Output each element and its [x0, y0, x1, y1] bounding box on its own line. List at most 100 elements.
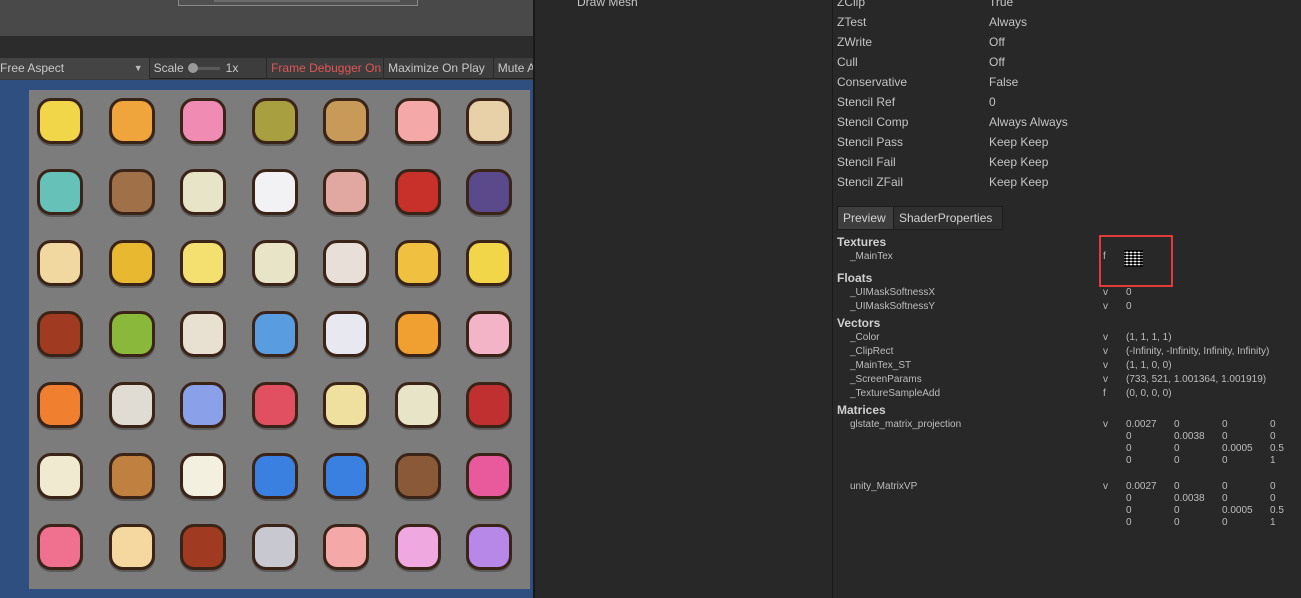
- strawberry-box-icon[interactable]: [102, 91, 162, 151]
- item-shape: [466, 169, 512, 215]
- red-ribbon-icon[interactable]: [459, 375, 519, 435]
- property-type: v: [1103, 287, 1108, 298]
- grey-sheep-icon[interactable]: [102, 375, 162, 435]
- soup-bowl-icon[interactable]: [245, 91, 305, 151]
- state-row: ZClip True: [837, 0, 1013, 15]
- matrix-cell: 0.0005: [1222, 443, 1253, 454]
- cat-cape-icon[interactable]: [459, 162, 519, 222]
- frame-debugger-toggle[interactable]: Frame Debugger On: [267, 57, 385, 79]
- sickle-icon[interactable]: [102, 162, 162, 222]
- bow-icon[interactable]: [316, 162, 376, 222]
- item-shape: [37, 169, 83, 215]
- crown-book-icon[interactable]: [245, 375, 305, 435]
- pink-candy-icon[interactable]: [388, 91, 448, 151]
- blue-star-icon[interactable]: [245, 446, 305, 506]
- red-flame-icon[interactable]: [388, 162, 448, 222]
- state-value: Off: [989, 35, 1005, 49]
- white-snake-icon[interactable]: [30, 446, 90, 506]
- red-rope-icon[interactable]: [173, 517, 233, 577]
- aspect-label: Free Aspect: [0, 61, 65, 75]
- orange-jelly-icon[interactable]: [30, 375, 90, 435]
- paintbrush-icon[interactable]: [316, 91, 376, 151]
- red-rope-icon[interactable]: [30, 304, 90, 364]
- needle-icon[interactable]: [245, 517, 305, 577]
- matrix-row-values: 0.0027 0 0 0: [1126, 419, 1301, 431]
- item-shape: [394, 453, 441, 499]
- game-viewport[interactable]: [0, 80, 533, 598]
- dirt-pile-icon[interactable]: [388, 446, 448, 506]
- property-value: 0: [1126, 287, 1132, 298]
- matrix-row-values: 0 0 0 1: [1126, 455, 1301, 467]
- state-row: Stencil Comp Always Always: [837, 115, 1068, 135]
- item-shape: [108, 382, 155, 428]
- toast-face-icon[interactable]: [102, 446, 162, 506]
- cupcake-icon[interactable]: [388, 304, 448, 364]
- tab-preview[interactable]: Preview: [837, 206, 893, 230]
- potion-bottle-icon[interactable]: [173, 233, 233, 293]
- blue-star-icon[interactable]: [316, 446, 376, 506]
- item-shape: [180, 169, 226, 215]
- purple-drink-icon[interactable]: [459, 517, 519, 577]
- state-row: Stencil Pass Keep Keep: [837, 135, 1048, 155]
- item-shape: [466, 524, 512, 570]
- aspect-dropdown[interactable]: Free Aspect ▼: [0, 57, 150, 79]
- golden-cross-bear-icon[interactable]: [388, 233, 448, 293]
- halo-mushroom-icon[interactable]: [173, 91, 233, 151]
- matrix-row-values: 0 0 0 1: [1126, 517, 1301, 529]
- property-value: (-Infinity, -Infinity, Infinity, Infinit…: [1126, 346, 1270, 357]
- angel-wing-icon[interactable]: [245, 162, 305, 222]
- matrix-values: 0.0027 0 0 0 0 0.0038 0 0 0 0 0.0005 0.5 0 0 0 1: [1126, 481, 1301, 529]
- matrix-cell: 0: [1126, 517, 1132, 528]
- halo-scroll-icon[interactable]: [316, 375, 376, 435]
- maximize-on-play-toggle[interactable]: Maximize On Play: [384, 57, 494, 79]
- choco-donut-icon[interactable]: [30, 233, 90, 293]
- item-shape: [394, 169, 441, 215]
- yellow-sheep-icon[interactable]: [30, 91, 90, 151]
- bread-icon[interactable]: [102, 517, 162, 577]
- item-shape: [394, 382, 441, 428]
- slider-knob[interactable]: [187, 62, 198, 73]
- highlight-annotation-box: [1099, 235, 1173, 287]
- property-name: _MainTex: [850, 251, 893, 262]
- cookie-ball-icon[interactable]: [173, 304, 233, 364]
- tab-shader-properties[interactable]: ShaderProperties: [893, 206, 1003, 230]
- tea-cup-icon[interactable]: [245, 233, 305, 293]
- yellow-sheep-icon[interactable]: [459, 233, 519, 293]
- gold-bar-icon[interactable]: [102, 233, 162, 293]
- ram-face-icon[interactable]: [459, 91, 519, 151]
- kiwi-icon[interactable]: [102, 304, 162, 364]
- property-value: (1, 1, 1, 1): [1126, 332, 1172, 343]
- blue-cloud-icon[interactable]: [173, 375, 233, 435]
- item-shape: [108, 98, 155, 144]
- knitting-basket-icon[interactable]: [30, 162, 90, 222]
- candy-jar-icon[interactable]: [459, 446, 519, 506]
- header-frame-line: [214, 0, 400, 2]
- property-value: (733, 521, 1.001364, 1.001919): [1126, 374, 1267, 385]
- pink-flower-icon[interactable]: [388, 517, 448, 577]
- mute-audio-toggle[interactable]: Mute Audio: [494, 58, 533, 79]
- blue-shirt-icon[interactable]: [245, 304, 305, 364]
- white-bunny-icon[interactable]: [316, 304, 376, 364]
- item-shape: [251, 240, 298, 286]
- scale-slider[interactable]: [187, 62, 220, 73]
- pink-eraser-icon[interactable]: [30, 517, 90, 577]
- bone-bow-icon[interactable]: [316, 233, 376, 293]
- property-name: _UIMaskSoftnessY: [850, 301, 936, 312]
- property-type: v: [1103, 481, 1108, 492]
- folded-letter-icon[interactable]: [173, 446, 233, 506]
- tea-cup-icon[interactable]: [173, 162, 233, 222]
- pink-candy-icon[interactable]: [316, 517, 376, 577]
- vector-row: _Color v (1, 1, 1, 1): [850, 332, 1301, 346]
- item-shape: [108, 524, 155, 570]
- property-type: v: [1103, 419, 1108, 430]
- ice-cream-cup-icon[interactable]: [459, 304, 519, 364]
- item-shape: [180, 98, 226, 144]
- scale-control[interactable]: Scale 1x: [150, 57, 268, 79]
- matrix-cell: 0: [1270, 419, 1276, 430]
- event-item-draw-mesh[interactable]: Draw Mesh: [577, 0, 638, 9]
- item-shape: [180, 240, 226, 286]
- state-value: Keep Keep: [989, 135, 1049, 149]
- section-matrices: Matrices: [837, 403, 886, 417]
- state-row: Conservative False: [837, 75, 1018, 95]
- tea-cup-icon[interactable]: [388, 375, 448, 435]
